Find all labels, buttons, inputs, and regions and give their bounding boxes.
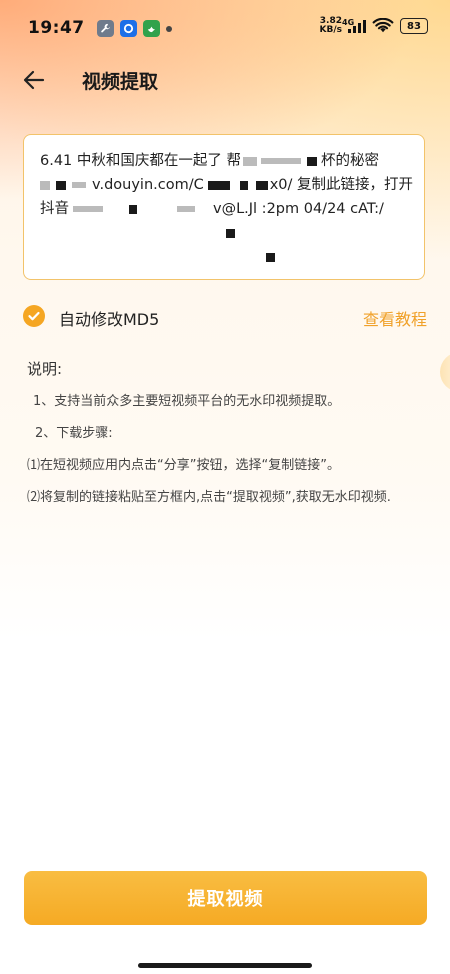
- instruction-line-2: 2、下载步骤:: [35, 426, 113, 441]
- link-text-line-1: 6.41 中秋和国庆都在一起了 帮 杯的秘密: [40, 149, 410, 173]
- link-textarea[interactable]: 6.41 中秋和国庆都在一起了 帮 杯的秘密 v.douyin.com/C x0/ …: [23, 134, 425, 280]
- instruction-step-2: ⑵将复制的链接粘贴至方框内,点击“提取视频”,获取无水印视频.: [27, 490, 391, 505]
- circle-app-icon: [120, 20, 137, 37]
- redaction-mark: [266, 252, 275, 262]
- link-text-segment: 6.41 中秋和国庆都在一起了 帮: [40, 153, 242, 169]
- status-bar: 19:47 4G 3.82 KB/s 83: [0, 0, 450, 58]
- check-icon: [28, 311, 40, 321]
- redaction-mark: [307, 156, 318, 166]
- home-indicator: [138, 963, 312, 968]
- link-text-line-4: [40, 221, 410, 245]
- redaction-mark: [239, 180, 248, 190]
- signal-icon: [348, 19, 366, 33]
- back-button[interactable]: [14, 62, 54, 98]
- redaction-mark: [72, 182, 86, 188]
- redaction-mark: [129, 204, 137, 214]
- page-title: 视频提取: [82, 71, 159, 93]
- wifi-icon: [372, 18, 394, 33]
- battery-level: 83: [407, 20, 421, 32]
- md5-checkbox[interactable]: [23, 305, 45, 327]
- net-speed-unit: KB/s: [319, 25, 342, 35]
- redaction-mark: [207, 180, 230, 190]
- redaction-mark: [40, 180, 50, 190]
- md5-option-row: 自动修改MD5 查看教程: [23, 304, 427, 332]
- bird-app-icon: [143, 20, 160, 37]
- instruction-step-1: ⑴在短视频应用内点击“分享”按钮，选择“复制链接”。: [27, 458, 340, 473]
- link-text-line-2: v.douyin.com/C x0/ 复制此链接，打开: [40, 173, 414, 197]
- redaction-mark: [243, 156, 258, 166]
- redaction-mark: [177, 206, 195, 212]
- extract-video-button[interactable]: 提取视频: [24, 871, 427, 925]
- redaction-mark: [255, 180, 268, 190]
- net-speed: 3.82 KB/s: [320, 17, 342, 35]
- link-text-segment: v.douyin.com/C: [92, 177, 204, 193]
- link-text-segment: 杯的秘密: [321, 153, 380, 169]
- redaction-mark: [56, 180, 66, 190]
- link-text-segment: x0/ 复制此链接，打开: [269, 177, 414, 193]
- link-text-segment: 抖音: [40, 201, 69, 217]
- view-tutorial-link[interactable]: 查看教程: [363, 306, 427, 330]
- redaction-mark: [261, 158, 302, 164]
- link-text-segment: v@L.Jl :2pm 04/24 cAT:/: [213, 201, 384, 217]
- status-right: 3.82 KB/s 83: [320, 17, 428, 35]
- wrench-icon: [97, 20, 114, 37]
- redaction-mark: [73, 206, 103, 212]
- status-time: 19:47: [28, 18, 85, 38]
- page-header: 视频提取: [0, 58, 450, 102]
- instruction-line-1: 1、支持当前众多主要短视频平台的无水印视频提取。: [33, 394, 341, 409]
- link-text-line-5: [40, 245, 410, 269]
- md5-label: 自动修改MD5: [59, 310, 160, 329]
- instructions-section: 说明: 1、支持当前众多主要短视频平台的无水印视频提取。 2、下载步骤: ⑴在短…: [27, 358, 427, 521]
- battery-icon: 83: [400, 18, 428, 34]
- redaction-mark: [226, 228, 235, 238]
- more-notifications-dot: [166, 26, 172, 32]
- back-arrow-icon: [23, 70, 45, 90]
- instructions-title: 说明:: [27, 360, 63, 378]
- notification-icons: [97, 20, 172, 37]
- link-text-line-3: 抖音 v@L.Jl :2pm 04/24 cAT:/: [40, 197, 410, 221]
